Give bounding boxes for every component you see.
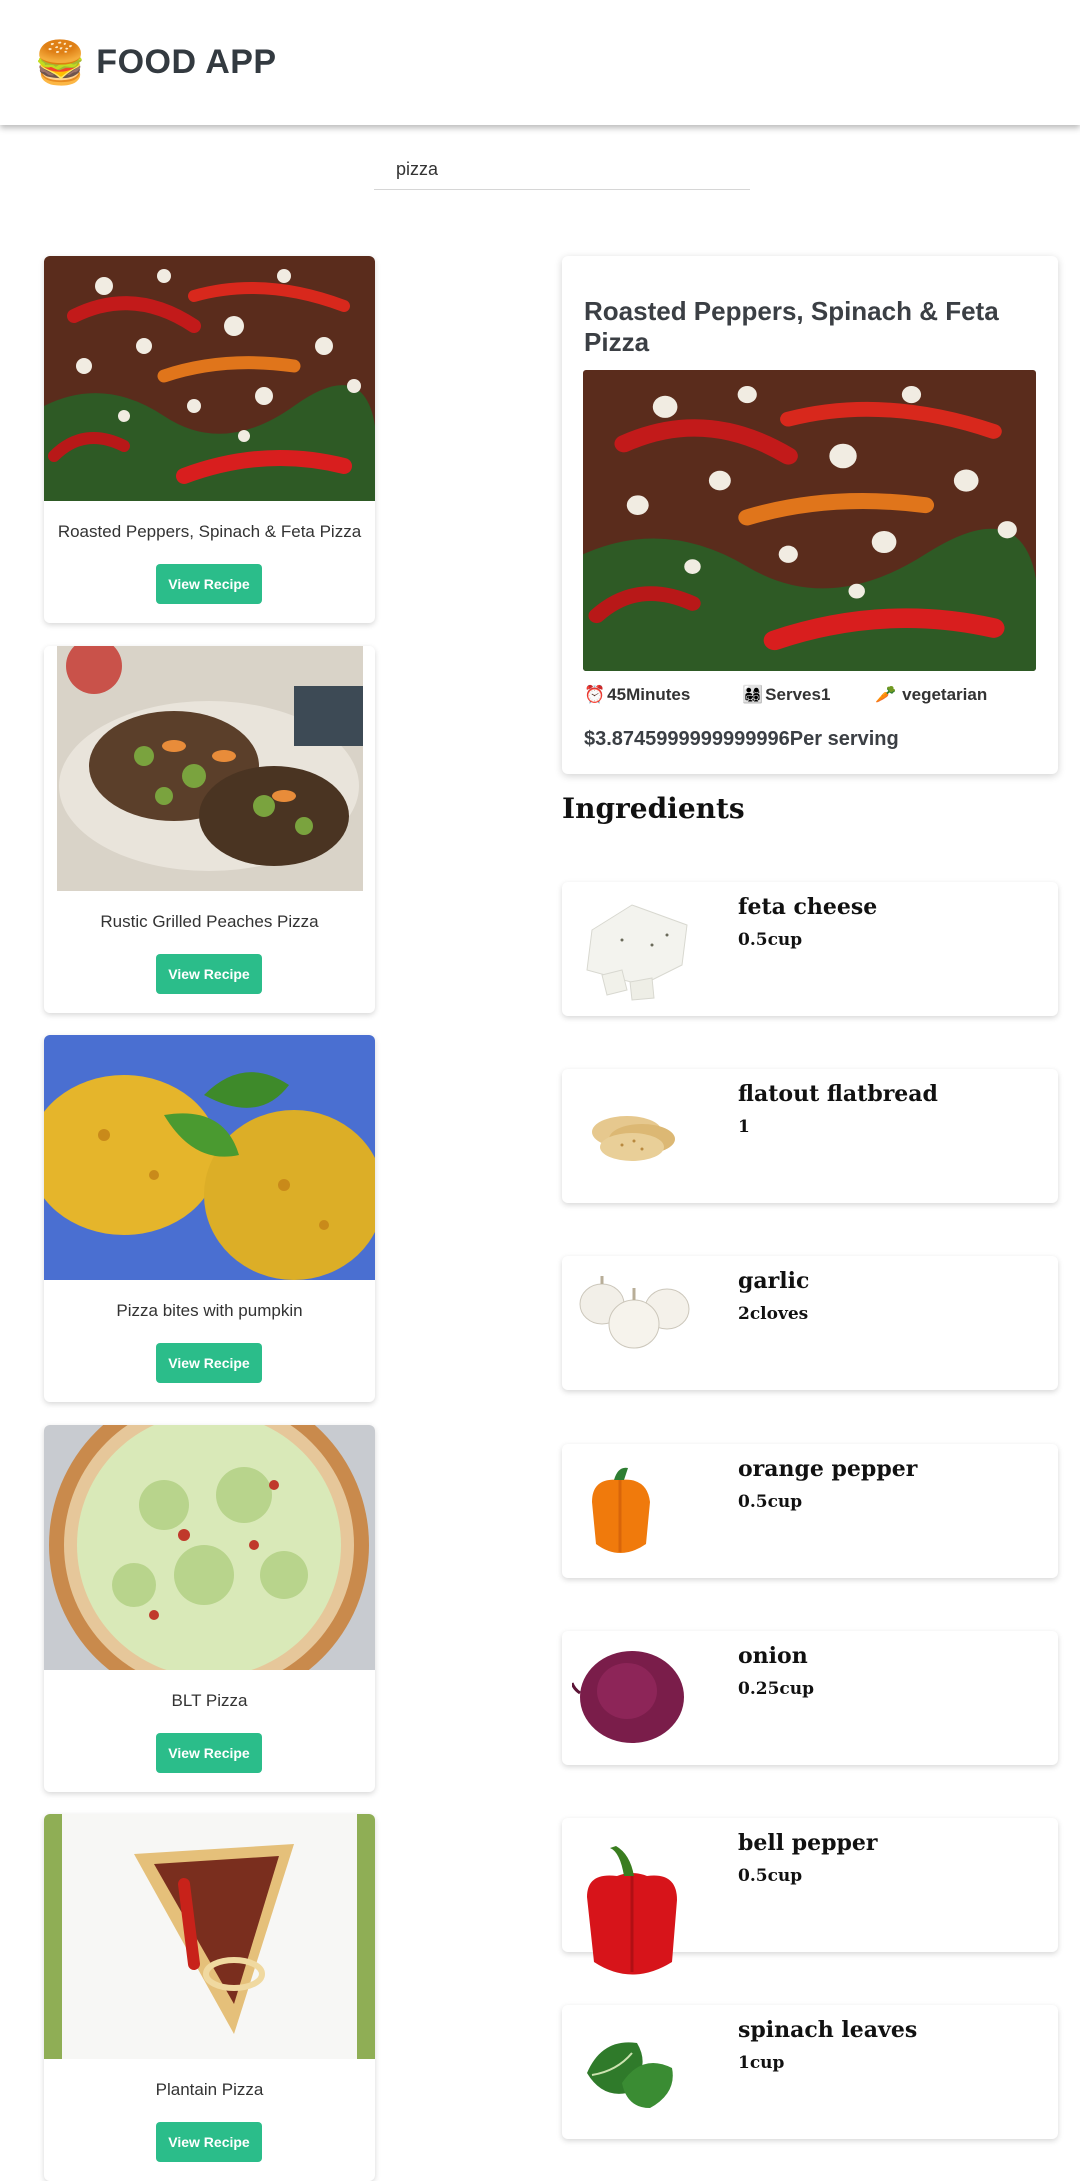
view-recipe-button[interactable]: View Recipe — [156, 564, 262, 604]
app-header: 🍔 FOOD APP — [0, 0, 1080, 125]
view-recipe-button[interactable]: View Recipe — [156, 1343, 262, 1383]
ingredient-name: orange pepper — [738, 1456, 918, 1482]
garlic-image — [579, 1276, 690, 1349]
diet: 🥕 vegetarian — [875, 685, 987, 705]
onion-image — [572, 1651, 684, 1743]
recipe-title: Pizza bites with pumpkin — [116, 1301, 303, 1320]
diet-text: vegetarian — [902, 685, 988, 704]
feta-cheese-image — [586, 904, 688, 1001]
ingredient-card: garlic 2cloves — [562, 1256, 1058, 1390]
cook-time-text: 45Minutes — [607, 685, 691, 704]
recipe-image[interactable] — [44, 1425, 375, 1670]
view-recipe-button[interactable]: View Recipe — [156, 954, 262, 994]
recipe-image[interactable] — [44, 1814, 375, 2059]
recipe-title: Roasted Peppers, Spinach & Feta Pizza — [57, 522, 362, 541]
ingredient-amount: 0.5cup — [738, 930, 803, 950]
ingredient-amount: 2cloves — [738, 1304, 809, 1324]
bell-pepper-image — [587, 1846, 677, 1975]
ingredient-amount: 0.25cup — [738, 1679, 815, 1699]
recipe-detail-card: Roasted Peppers, Spinach & Feta Pizza ⏰ … — [562, 256, 1058, 774]
spinach-image — [587, 2042, 673, 2108]
ingredient-name: feta cheese — [738, 894, 878, 920]
detail-image — [583, 370, 1036, 671]
recipe-image[interactable] — [44, 1035, 375, 1280]
burger-icon: 🍔 — [34, 38, 87, 86]
view-recipe-button[interactable]: View Recipe — [156, 1733, 262, 1773]
servings: 👨‍👩‍👧‍👦 Serves1 — [742, 685, 830, 705]
ingredients-heading: Ingredients — [562, 792, 745, 825]
ingredient-card: feta cheese 0.5cup — [562, 882, 1058, 1016]
ingredient-amount: 0.5cup — [738, 1492, 803, 1512]
ingredient-name: flatout flatbread — [738, 1081, 938, 1107]
search-bar — [374, 150, 750, 190]
recipe-title: Rustic Grilled Peaches Pizza — [100, 912, 319, 931]
ingredient-card: orange pepper 0.5cup — [562, 1444, 1058, 1578]
recipe-title: BLT Pizza — [171, 1691, 248, 1710]
recipe-image[interactable] — [44, 646, 375, 891]
recipe-card[interactable]: BLT Pizza View Recipe — [44, 1425, 375, 1792]
orange-pepper-image — [592, 1467, 650, 1553]
ingredient-amount: 1cup — [738, 2053, 785, 2073]
ingredient-name: bell pepper — [738, 1830, 878, 1856]
view-recipe-button[interactable]: View Recipe — [156, 2122, 262, 2162]
search-input[interactable] — [374, 150, 750, 189]
recipe-card[interactable]: Pizza bites with pumpkin View Recipe — [44, 1035, 375, 1402]
price-per-serving: $3.8745999999999996Per serving — [584, 728, 899, 750]
ingredient-name: onion — [738, 1643, 808, 1669]
ingredient-name: spinach leaves — [738, 2017, 918, 2043]
servings-text: Serves1 — [765, 685, 831, 704]
ingredient-card: onion 0.25cup — [562, 1631, 1058, 1765]
recipe-card[interactable]: Rustic Grilled Peaches Pizza View Recipe — [44, 646, 375, 1013]
recipe-card[interactable]: Roasted Peppers, Spinach & Feta Pizza Vi… — [44, 256, 375, 623]
recipe-card[interactable]: Plantain Pizza View Recipe — [44, 1814, 375, 2181]
carrot-icon: 🥕 — [875, 685, 897, 704]
ingredient-card: bell pepper 0.5cup — [562, 1818, 1058, 1975]
flatbread-image — [592, 1116, 675, 1161]
ingredient-name: garlic — [738, 1268, 810, 1294]
alarm-clock-icon: ⏰ — [584, 685, 606, 704]
ingredient-card: spinach leaves 1cup — [562, 2005, 1058, 2139]
people-icon: 👨‍👩‍👧‍👦 — [742, 685, 764, 704]
ingredient-amount: 0.5cup — [738, 1866, 803, 1886]
recipe-title: Plantain Pizza — [155, 2080, 264, 2099]
cook-time: ⏰ 45Minutes — [584, 685, 690, 705]
detail-title: Roasted Peppers, Spinach & Feta Pizza — [584, 296, 999, 357]
app-title: FOOD APP — [96, 43, 277, 81]
ingredient-card: flatout flatbread 1 — [562, 1069, 1058, 1203]
ingredient-amount: 1 — [738, 1117, 750, 1137]
recipe-image[interactable] — [44, 256, 375, 501]
